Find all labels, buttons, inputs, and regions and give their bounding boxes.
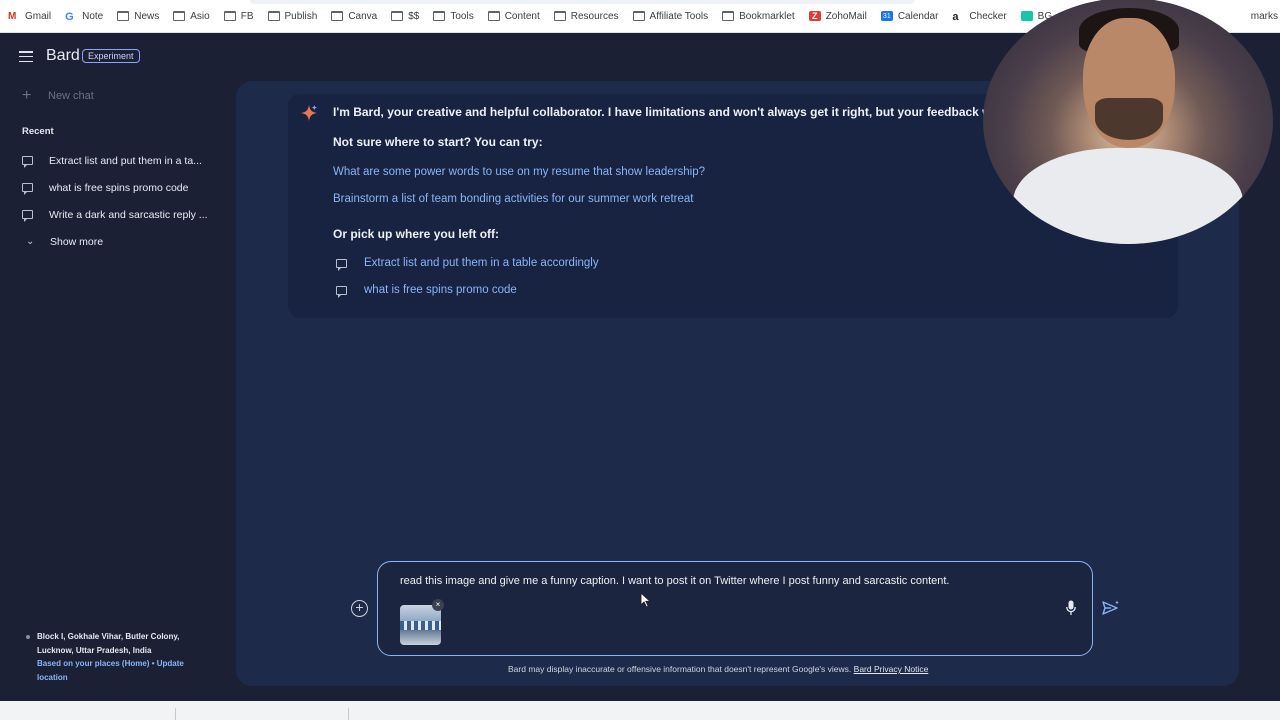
chat-icon (22, 210, 33, 222)
bookmark-news[interactable]: News (117, 11, 159, 22)
google-icon: G (65, 11, 74, 23)
recent-heading: Recent (22, 126, 54, 137)
menu-icon[interactable] (19, 51, 33, 63)
sparkle-icon (300, 104, 318, 122)
intro-text: I'm Bard, your creative and helpful coll… (333, 105, 999, 119)
update-location-link-cont[interactable]: location (26, 671, 206, 685)
bookmark-canva[interactable]: Canva (331, 11, 377, 22)
previous-chat-link[interactable]: Extract list and put them in a table acc… (336, 257, 599, 271)
bottom-divider (348, 708, 349, 720)
prompt-input-text[interactable]: read this image and give me a funny capt… (400, 575, 950, 587)
remove-attachment-button[interactable]: × (432, 599, 444, 611)
try-heading: Not sure where to start? You can try: (333, 135, 543, 149)
chat-icon (22, 156, 33, 168)
location-line-1: Block I, Gokhale Vihar, Butler Colony, (37, 632, 180, 641)
bookmark-bookmarklet[interactable]: Bookmarklet (722, 11, 795, 22)
add-icon: + (355, 599, 364, 615)
location-source: Based on your places (Home) • Update (37, 659, 184, 668)
bookmark-fb[interactable]: FB (223, 11, 254, 22)
suggested-prompt[interactable]: Brainstorm a list of team bonding activi… (333, 193, 693, 205)
chat-icon (22, 183, 33, 195)
app-logo[interactable]: Bard (46, 47, 80, 65)
gmail-icon: M (8, 11, 17, 22)
folder-icon (553, 11, 566, 21)
experiment-badge: Experiment (82, 49, 140, 63)
bookmark-tools[interactable]: Tools (433, 11, 474, 22)
folder-icon (173, 11, 186, 21)
bookmark-resources[interactable]: Resources (553, 11, 619, 22)
add-image-button[interactable]: + (351, 600, 368, 617)
bottom-divider (175, 708, 176, 720)
new-chat-label: New chat (48, 90, 94, 102)
update-location-link[interactable]: Update (157, 659, 184, 668)
bookmark-asio[interactable]: Asio (173, 11, 210, 22)
webcam-overlay (983, 0, 1273, 244)
bookmark-note[interactable]: G Note (65, 11, 103, 24)
send-icon[interactable] (1102, 600, 1120, 616)
folder-icon (331, 11, 344, 21)
sidebar: + New chat Recent Extract list and put t… (0, 81, 236, 701)
recent-chat-item[interactable]: what is free spins promo code (22, 174, 222, 201)
pickup-heading: Or pick up where you left off: (333, 227, 500, 241)
location-dot-icon (26, 635, 30, 639)
bookmark-publish[interactable]: Publish (267, 11, 317, 22)
places-link[interactable]: Based on your places (Home) (37, 659, 149, 668)
folder-icon (487, 11, 500, 21)
disclaimer: Bard may display inaccurate or offensive… (508, 664, 929, 674)
bottom-browser-strip (0, 701, 1280, 720)
webcam-shirt (1013, 148, 1243, 244)
folder-icon (267, 11, 280, 21)
suggested-prompt[interactable]: What are some power words to use on my r… (333, 166, 705, 178)
folder-icon (433, 11, 446, 21)
recent-chat-item[interactable]: Write a dark and sarcastic reply ... (22, 201, 222, 228)
bookmark-calendar[interactable]: 31 Calendar (880, 11, 938, 22)
bookmark-gmail[interactable]: M Gmail (8, 11, 51, 23)
address-bar-edge (250, 0, 915, 4)
chat-icon (336, 285, 347, 298)
prompt-input[interactable]: read this image and give me a funny capt… (377, 561, 1093, 656)
folder-icon (391, 11, 404, 21)
attached-image-thumbnail[interactable] (400, 605, 441, 645)
bg-icon (1020, 11, 1033, 21)
bookmark-content[interactable]: Content (487, 11, 540, 22)
webcam-beard (1095, 98, 1163, 140)
bookmark-dollars[interactable]: $$ (391, 11, 419, 22)
other-bookmarks[interactable]: marks (1251, 11, 1278, 22)
microphone-icon[interactable] (1066, 600, 1076, 616)
previous-chat-link[interactable]: what is free spins promo code (336, 284, 517, 298)
recent-chat-item[interactable]: Extract list and put them in a ta... (22, 147, 222, 174)
recent-list: Extract list and put them in a ta... wha… (22, 147, 222, 255)
location-info: Block I, Gokhale Vihar, Butler Colony, L… (26, 630, 206, 684)
show-more-button[interactable]: ⌄ Show more (22, 228, 222, 255)
privacy-notice-link[interactable]: Bard Privacy Notice (854, 664, 929, 674)
folder-icon (722, 11, 735, 21)
location-line-2: Lucknow, Uttar Pradesh, India (37, 645, 152, 655)
chevron-down-icon: ⌄ (26, 236, 35, 247)
bookmark-checker[interactable]: a Checker (952, 11, 1006, 24)
folder-icon (223, 11, 236, 21)
mouse-cursor-icon (640, 592, 652, 608)
amazon-icon: a (952, 11, 959, 23)
bookmark-zohomail[interactable]: Z ZohoMail (808, 11, 867, 22)
calendar-icon: 31 (880, 11, 893, 21)
chat-icon (336, 258, 347, 271)
plus-icon: + (22, 87, 32, 104)
folder-icon (117, 11, 130, 21)
folder-icon (632, 11, 645, 21)
zoho-icon: Z (808, 11, 821, 21)
new-chat-button[interactable]: + New chat (22, 87, 94, 105)
bookmark-affiliate-tools[interactable]: Affiliate Tools (632, 11, 708, 22)
